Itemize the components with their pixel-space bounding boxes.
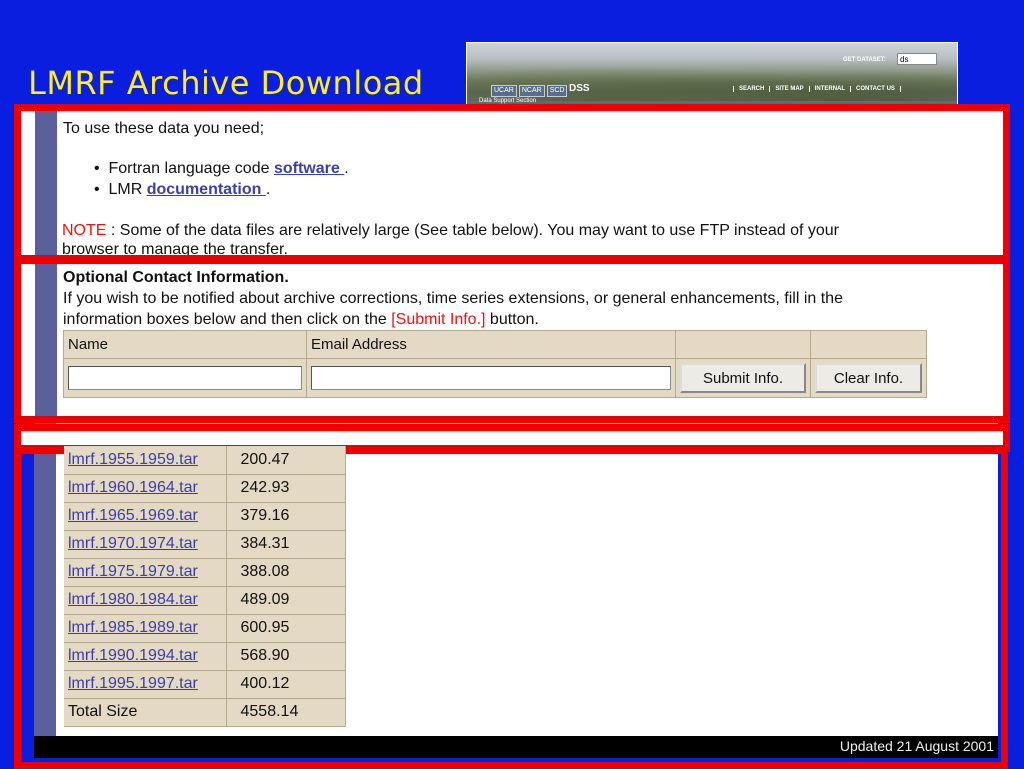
note-body: : Some of the data files are relatively …: [106, 222, 839, 239]
file-name-cell: lmrf.1980.1984.tar: [64, 586, 227, 615]
file-download-link[interactable]: lmrf.1980.1984.tar: [68, 591, 198, 608]
name-input[interactable]: [68, 366, 302, 391]
contact-heading: Optional Contact Information.: [63, 269, 289, 286]
email-header: Email Address: [306, 329, 676, 360]
file-download-link[interactable]: lmrf.1995.1997.tar: [68, 675, 198, 692]
file-size-cell: 489.09: [226, 586, 346, 615]
list-item-suffix: .: [265, 181, 271, 198]
note-text: NOTE : Some of the data files are relati…: [62, 222, 839, 240]
internal-link[interactable]: INTERNAL: [808, 86, 850, 92]
note-label: NOTE: [62, 222, 107, 239]
file-size-cell: 379.16: [226, 502, 346, 531]
bullet: •: [94, 181, 100, 198]
name-cell: [63, 358, 307, 398]
footer-bar: Updated 21 August 2001: [34, 736, 998, 758]
get-dataset-input[interactable]: [897, 53, 937, 65]
list-item-text: LMR: [108, 181, 147, 198]
contact-description: If you wish to be notified about archive…: [63, 290, 843, 307]
instructions-text: information boxes below and then click o…: [63, 311, 392, 328]
file-download-link[interactable]: lmrf.1970.1974.tar: [68, 535, 198, 552]
file-name-cell: lmrf.1970.1974.tar: [64, 530, 227, 559]
org-tabs: UCAR NCAR SCD: [491, 85, 568, 97]
file-table: lmrf.1955.1959.tar 200.47 lmrf.1960.1964.…: [64, 446, 346, 727]
empty-header-cell: [810, 329, 927, 360]
file-size-cell: 242.93: [226, 474, 346, 503]
search-link[interactable]: SEARCH: [733, 86, 769, 92]
list-item: • Fortran language code software .: [94, 160, 349, 178]
file-download-link[interactable]: lmrf.1960.1964.tar: [68, 479, 198, 496]
left-nav-strip: [35, 111, 57, 255]
file-size-cell: 568.90: [226, 642, 346, 671]
list-item-suffix: .: [344, 160, 349, 177]
total-row: Total Size 4558.14: [64, 698, 346, 727]
file-download-link[interactable]: lmrf.1965.1969.tar: [68, 507, 198, 524]
org-tab-scd[interactable]: SCD: [546, 85, 568, 97]
site-map-link[interactable]: SITE MAP: [769, 86, 808, 92]
file-name-cell: lmrf.1960.1964.tar: [64, 474, 227, 503]
slide-title: LMRF Archive Download: [28, 64, 424, 102]
submit-cell: Submit Info.: [675, 358, 811, 398]
instructions-suffix: button.: [485, 311, 539, 328]
table-row: lmrf.1965.1969.tar 379.16: [64, 502, 346, 531]
file-name-cell: lmrf.1965.1969.tar: [64, 502, 227, 531]
empty-header-cell: [675, 329, 811, 360]
table-row: lmrf.1970.1974.tar 384.31: [64, 530, 346, 559]
submit-info-button[interactable]: Submit Info.: [680, 363, 806, 394]
total-value: 4558.14: [226, 698, 346, 727]
table-row: lmrf.1960.1964.tar 242.93: [64, 474, 346, 503]
table-row: lmrf.1990.1994.tar 568.90: [64, 642, 346, 671]
file-download-link[interactable]: lmrf.1990.1994.tar: [68, 647, 198, 664]
intro-lead: To use these data you need;: [63, 120, 265, 137]
name-header: Name: [63, 329, 307, 360]
table-row: lmrf.1955.1959.tar 200.47: [64, 446, 346, 475]
file-size-cell: 400.12: [226, 670, 346, 699]
file-download-link[interactable]: lmrf.1985.1989.tar: [68, 619, 198, 636]
table-row: lmrf.1980.1984.tar 489.09: [64, 586, 346, 615]
list-item: • LMR documentation .: [94, 181, 270, 199]
top-links: SEARCH SITE MAP INTERNAL CONTACT US: [733, 86, 901, 92]
file-download-link[interactable]: lmrf.1975.1979.tar: [68, 563, 198, 580]
left-nav-strip: [35, 264, 57, 416]
section-name[interactable]: DSS: [569, 83, 590, 94]
bullet: •: [94, 160, 100, 177]
clear-cell: Clear Info.: [810, 358, 927, 398]
table-row: lmrf.1985.1989.tar 600.95: [64, 614, 346, 643]
file-download-link[interactable]: lmrf.1955.1959.tar: [68, 451, 198, 468]
clear-info-button[interactable]: Clear Info.: [815, 363, 922, 394]
updated-date: Updated 21 August 2001: [839, 738, 994, 754]
file-name-cell: lmrf.1955.1959.tar: [64, 446, 227, 475]
table-row: lmrf.1975.1979.tar 388.08: [64, 558, 346, 587]
file-size-cell: 384.31: [226, 530, 346, 559]
submit-hint: [Submit Info.]: [391, 311, 486, 328]
software-link[interactable]: software: [274, 160, 344, 177]
file-size-cell: 200.47: [226, 446, 346, 475]
total-label: Total Size: [64, 698, 227, 727]
get-dataset-label: GET DATASET:: [843, 57, 886, 63]
file-name-cell: lmrf.1985.1989.tar: [64, 614, 227, 643]
file-name-cell: lmrf.1975.1979.tar: [64, 558, 227, 587]
file-name-cell: lmrf.1995.1997.tar: [64, 670, 227, 699]
org-tab-ucar[interactable]: UCAR: [491, 85, 517, 97]
file-size-cell: 388.08: [226, 558, 346, 587]
note-text-clip: browser to manage the transfer.: [21, 241, 1003, 255]
documentation-link[interactable]: documentation: [147, 181, 266, 198]
file-name-cell: lmrf.1990.1994.tar: [64, 642, 227, 671]
email-cell: [306, 358, 676, 398]
org-tab-ncar[interactable]: NCAR: [518, 85, 545, 97]
contact-form: Name Email Address Submit Info. Clear In…: [63, 329, 927, 398]
contact-instructions: information boxes below and then click o…: [63, 311, 539, 329]
email-input[interactable]: [311, 366, 671, 391]
list-item-text: Fortran language code: [108, 160, 274, 177]
table-row: lmrf.1995.1997.tar 400.12: [64, 670, 346, 699]
contact-us-link[interactable]: CONTACT US: [850, 86, 901, 92]
note-body-continued: browser to manage the transfer.: [62, 241, 288, 255]
file-size-cell: 600.95: [226, 614, 346, 643]
